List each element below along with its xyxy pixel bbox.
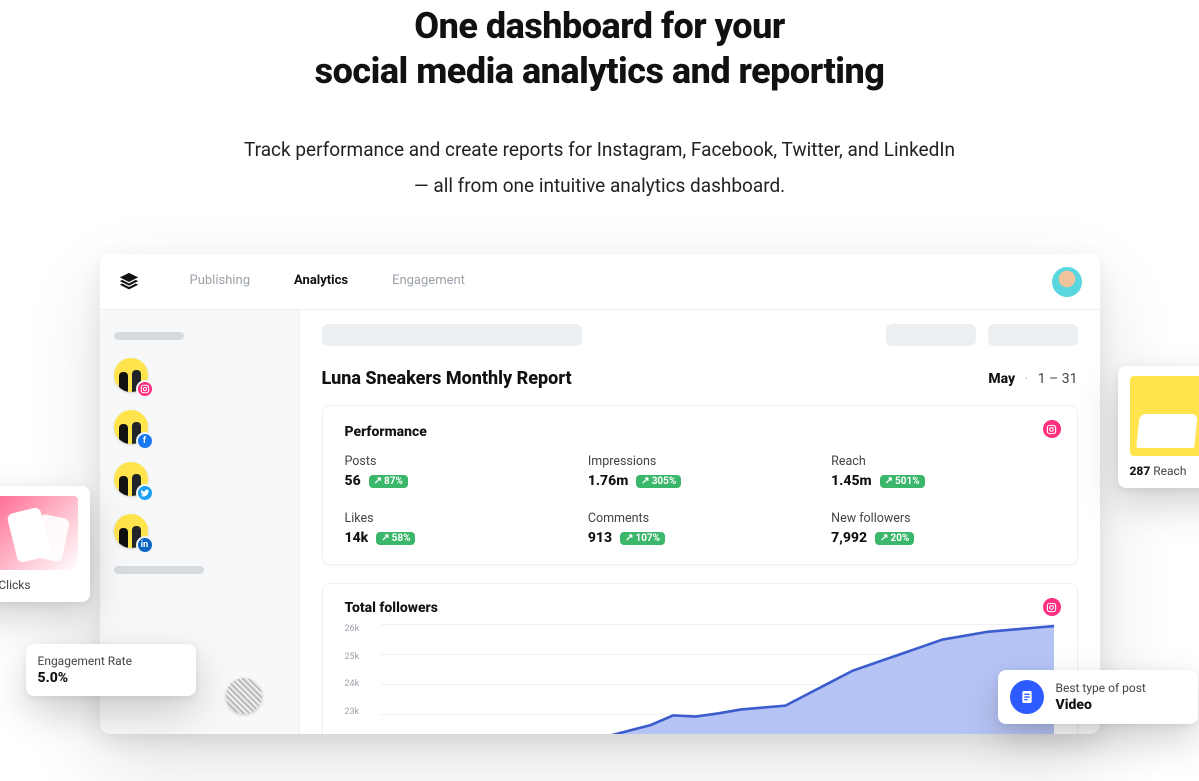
engagement-label: Engagement Rate xyxy=(38,654,184,668)
post-thumbnail xyxy=(0,496,78,570)
metric-delta-badge: ↗58% xyxy=(376,532,415,545)
report-month: May xyxy=(988,371,1015,387)
metric-value: 56 xyxy=(345,473,361,489)
metric-value: 14k xyxy=(345,530,369,546)
best-post-value: Video xyxy=(1056,697,1146,713)
sidebar-account-instagram[interactable] xyxy=(114,358,285,392)
metric-label: New followers xyxy=(831,511,1054,526)
tab-publishing[interactable]: Publishing xyxy=(168,254,273,309)
metric-cell: Posts 56 ↗87% xyxy=(345,454,568,489)
report-title: Luna Sneakers Monthly Report xyxy=(322,368,572,389)
metric-label: Likes xyxy=(345,511,568,526)
sidebar-heading-skeleton xyxy=(114,332,184,340)
y-tick: 23k xyxy=(345,707,377,717)
metric-label: Impressions xyxy=(588,454,811,469)
tab-engagement[interactable]: Engagement xyxy=(370,254,487,309)
reach-stat: 287Reach xyxy=(1130,464,1199,478)
main-content: Luna Sneakers Monthly Report May · 1 – 3… xyxy=(300,310,1100,734)
user-avatar[interactable] xyxy=(1052,267,1082,297)
hero-subtitle: Track performance and create reports for… xyxy=(0,132,1199,204)
metric-delta-badge: ↗87% xyxy=(369,475,408,488)
linkedin-icon: in xyxy=(136,536,154,554)
followers-chart-card: Total followers 26k25k24k23k22k xyxy=(322,583,1078,734)
metric-label: Comments xyxy=(588,511,811,526)
followers-chart-title: Total followers xyxy=(345,600,1055,616)
facebook-icon: f xyxy=(136,432,154,450)
tab-analytics[interactable]: Analytics xyxy=(272,254,370,309)
content-thumbnail xyxy=(226,678,262,714)
topbar: Publishing Analytics Engagement xyxy=(100,254,1100,310)
metric-cell: Reach 1.45m ↗501% xyxy=(831,454,1054,489)
sidebar-account-linkedin[interactable]: in xyxy=(114,514,285,548)
dashboard-window: Publishing Analytics Engagement f xyxy=(100,254,1100,734)
performance-title: Performance xyxy=(345,424,1055,440)
hero-title-line2: social media analytics and reporting xyxy=(315,50,885,92)
metric-label: Posts xyxy=(345,454,568,469)
hero-title-line1: One dashboard for your xyxy=(414,5,784,47)
engagement-callout-card: Engagement Rate 5.0% xyxy=(26,644,196,696)
metric-value: 7,992 xyxy=(831,530,867,546)
metric-value: 913 xyxy=(588,530,612,546)
report-range: 1 – 31 xyxy=(1038,371,1078,387)
metric-label: Reach xyxy=(831,454,1054,469)
clicks-label: Clicks xyxy=(0,578,31,592)
nav-tabs: Publishing Analytics Engagement xyxy=(168,254,487,309)
metric-delta-badge: ↗107% xyxy=(620,532,665,545)
hero-sub-line2: — all from one intuitive analytics dashb… xyxy=(414,174,785,197)
twitter-icon xyxy=(136,484,154,502)
instagram-icon xyxy=(136,380,154,398)
y-tick: 24k xyxy=(345,679,377,689)
metric-cell: Likes 14k ↗58% xyxy=(345,511,568,546)
best-post-callout-card: Best type of post Video xyxy=(998,670,1198,724)
metric-delta-badge: ↗20% xyxy=(875,532,914,545)
metric-delta-badge: ↗501% xyxy=(880,475,925,488)
reach-value: 287 xyxy=(1130,464,1151,478)
sidebar-heading-skeleton xyxy=(114,566,204,574)
reach-callout-card: 287Reach xyxy=(1118,366,1199,488)
toolbar-skeleton xyxy=(322,324,1078,346)
y-tick: 26k xyxy=(345,624,377,634)
metric-value: 1.45m xyxy=(831,473,871,489)
hero-sub-line1: Track performance and create reports for… xyxy=(244,138,955,161)
metric-cell: New followers 7,992 ↗20% xyxy=(831,511,1054,546)
sidebar-account-facebook[interactable]: f xyxy=(114,410,285,444)
instagram-icon xyxy=(1043,598,1061,616)
clicks-stat: 41Clicks xyxy=(0,578,78,592)
y-axis-ticks: 26k25k24k23k22k xyxy=(345,624,377,734)
performance-card: Performance Posts 56 ↗87% Impressions 1.76m ↗… xyxy=(322,405,1078,565)
metric-cell: Comments 913 ↗107% xyxy=(588,511,811,546)
report-date: May · 1 – 31 xyxy=(988,371,1077,387)
clicks-callout-card: 41Clicks xyxy=(0,486,90,602)
metric-delta-badge: ↗305% xyxy=(636,475,681,488)
instagram-icon xyxy=(1043,420,1061,438)
sidebar-account-twitter[interactable] xyxy=(114,462,285,496)
hero-title: One dashboard for your social media anal… xyxy=(0,4,1199,94)
metric-value: 1.76m xyxy=(588,473,628,489)
engagement-value: 5.0% xyxy=(38,670,184,686)
reach-label: Reach xyxy=(1153,464,1186,478)
best-post-label: Best type of post xyxy=(1056,681,1146,695)
document-icon xyxy=(1010,680,1044,714)
metric-cell: Impressions 1.76m ↗305% xyxy=(588,454,811,489)
post-thumbnail xyxy=(1130,376,1199,456)
followers-area-chart xyxy=(381,624,1055,734)
y-tick: 25k xyxy=(345,652,377,662)
buffer-logo-icon xyxy=(118,271,140,293)
